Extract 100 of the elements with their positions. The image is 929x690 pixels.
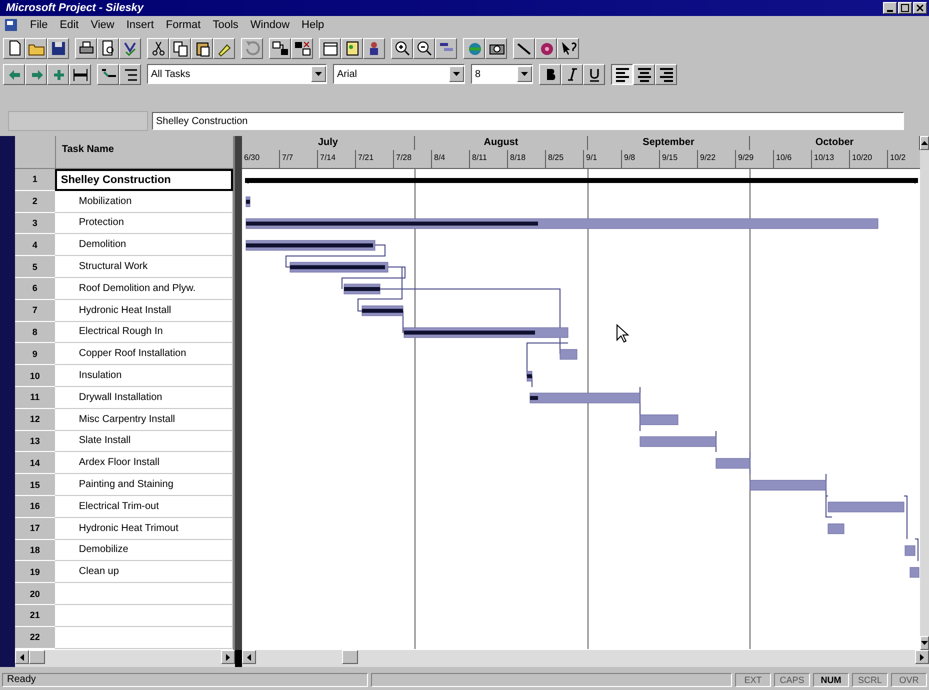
menu-item[interactable]: Help bbox=[302, 19, 324, 31]
menu-item[interactable]: Format bbox=[166, 19, 201, 31]
underline-button[interactable] bbox=[583, 64, 605, 84]
globe-button[interactable] bbox=[463, 38, 485, 58]
summary-task-cell[interactable]: Shelley Construction bbox=[54, 169, 234, 191]
brush-button[interactable] bbox=[213, 38, 235, 58]
row-number[interactable]: 1 bbox=[14, 169, 55, 191]
menu-item[interactable]: Tools bbox=[212, 19, 238, 31]
hide-button[interactable] bbox=[69, 64, 91, 84]
select-all-cell[interactable] bbox=[14, 136, 56, 169]
row-number[interactable]: 18 bbox=[14, 540, 55, 562]
notes-button[interactable] bbox=[341, 38, 363, 58]
scroll-thumb[interactable] bbox=[342, 650, 358, 664]
row-number[interactable]: 17 bbox=[14, 518, 55, 540]
row-number[interactable]: 16 bbox=[14, 496, 55, 518]
paste-button[interactable] bbox=[191, 38, 213, 58]
row-number[interactable]: 7 bbox=[14, 300, 55, 322]
italic-button[interactable] bbox=[561, 64, 583, 84]
bold-button[interactable] bbox=[539, 64, 561, 84]
row-number[interactable]: 8 bbox=[14, 322, 55, 344]
scroll-right-button[interactable] bbox=[915, 650, 929, 664]
folder-button[interactable] bbox=[25, 38, 47, 58]
document-icon[interactable] bbox=[4, 18, 18, 32]
align-right-button[interactable] bbox=[655, 64, 677, 84]
task-bar[interactable] bbox=[526, 370, 532, 382]
outdent-button[interactable] bbox=[3, 64, 25, 84]
camera-button[interactable] bbox=[485, 38, 507, 58]
align-left-button[interactable] bbox=[611, 64, 633, 84]
row-number[interactable]: 11 bbox=[14, 386, 55, 409]
row-number[interactable]: 21 bbox=[14, 604, 55, 627]
zoom-in-button[interactable] bbox=[391, 38, 413, 58]
row-number[interactable]: 20 bbox=[14, 583, 55, 605]
menu-item[interactable]: File bbox=[30, 19, 48, 31]
undo-button[interactable] bbox=[241, 38, 263, 58]
filter-dropdown[interactable]: All Tasks bbox=[147, 64, 327, 84]
cut-button[interactable] bbox=[147, 38, 169, 58]
person-button[interactable] bbox=[363, 38, 385, 58]
dropdown-arrow-button[interactable] bbox=[449, 66, 464, 82]
zoom-out-button[interactable] bbox=[413, 38, 435, 58]
unlink-button[interactable] bbox=[291, 38, 313, 58]
font-size-dropdown[interactable]: 8 bbox=[471, 64, 533, 84]
task-bar[interactable] bbox=[404, 327, 568, 338]
row-number[interactable]: 2 bbox=[14, 190, 55, 213]
row-number[interactable]: 5 bbox=[14, 256, 55, 278]
scroll-down-button[interactable] bbox=[920, 636, 929, 650]
task-bar[interactable] bbox=[290, 262, 388, 272]
outline-button[interactable] bbox=[97, 64, 119, 84]
row-number[interactable]: 9 bbox=[14, 343, 55, 366]
scroll-left-button[interactable] bbox=[15, 650, 29, 664]
font-dropdown[interactable]: Arial bbox=[333, 64, 465, 84]
horizontal-scrollbar[interactable] bbox=[15, 650, 235, 667]
row-number[interactable]: 13 bbox=[14, 430, 55, 452]
row-number[interactable]: 4 bbox=[14, 234, 55, 256]
row-number[interactable]: 15 bbox=[14, 474, 55, 496]
task-bar[interactable] bbox=[344, 284, 380, 294]
dropdown-arrow-button[interactable] bbox=[311, 66, 326, 82]
calendar-button[interactable] bbox=[319, 38, 341, 58]
task-bar[interactable] bbox=[362, 306, 404, 316]
maximize-button[interactable] bbox=[898, 2, 912, 14]
task-bar[interactable] bbox=[246, 218, 878, 229]
task-bar[interactable] bbox=[246, 240, 376, 251]
row-number[interactable]: 22 bbox=[14, 626, 55, 649]
row-number[interactable]: 3 bbox=[14, 212, 55, 234]
print-preview-button[interactable] bbox=[97, 38, 119, 58]
gantt-button[interactable] bbox=[435, 38, 457, 58]
minimize-button[interactable] bbox=[883, 2, 897, 14]
spelling-button[interactable] bbox=[119, 38, 141, 58]
menu-item[interactable]: Edit bbox=[60, 19, 79, 31]
vertical-scrollbar[interactable] bbox=[920, 136, 929, 650]
menu-item[interactable]: Window bbox=[250, 19, 290, 31]
help-button[interactable] bbox=[557, 38, 579, 58]
menu-item[interactable]: Insert bbox=[126, 19, 154, 31]
copy-button[interactable] bbox=[169, 38, 191, 58]
column-header[interactable]: Task Name bbox=[56, 136, 234, 169]
summary-bar[interactable] bbox=[245, 178, 918, 184]
scroll-left-button[interactable] bbox=[242, 650, 256, 664]
scroll-right-button[interactable] bbox=[221, 650, 235, 664]
new-page-button[interactable] bbox=[3, 38, 25, 58]
row-number[interactable]: 12 bbox=[14, 408, 55, 431]
link-button[interactable] bbox=[269, 38, 291, 58]
row-number[interactable]: 6 bbox=[14, 278, 55, 300]
task-bar[interactable] bbox=[530, 392, 640, 404]
task-bar[interactable] bbox=[246, 196, 250, 208]
show-button[interactable] bbox=[47, 64, 69, 84]
indent-button[interactable] bbox=[25, 64, 47, 84]
printer-button[interactable] bbox=[75, 38, 97, 58]
align-center-button[interactable] bbox=[633, 64, 655, 84]
row-number[interactable]: 14 bbox=[14, 452, 55, 474]
horizontal-scrollbar[interactable] bbox=[242, 650, 929, 667]
scroll-up-button[interactable] bbox=[920, 136, 929, 150]
row-number[interactable]: 10 bbox=[14, 365, 55, 387]
wand-button[interactable] bbox=[513, 38, 535, 58]
dropdown-arrow-button[interactable] bbox=[517, 66, 532, 82]
outline-list-button[interactable] bbox=[119, 64, 141, 84]
save-button[interactable] bbox=[47, 38, 69, 58]
flower-button[interactable] bbox=[535, 38, 557, 58]
row-number[interactable]: 19 bbox=[14, 561, 55, 584]
close-button[interactable] bbox=[913, 2, 927, 14]
menu-item[interactable]: View bbox=[90, 19, 114, 31]
entry-field[interactable]: Shelley Construction bbox=[152, 112, 904, 130]
